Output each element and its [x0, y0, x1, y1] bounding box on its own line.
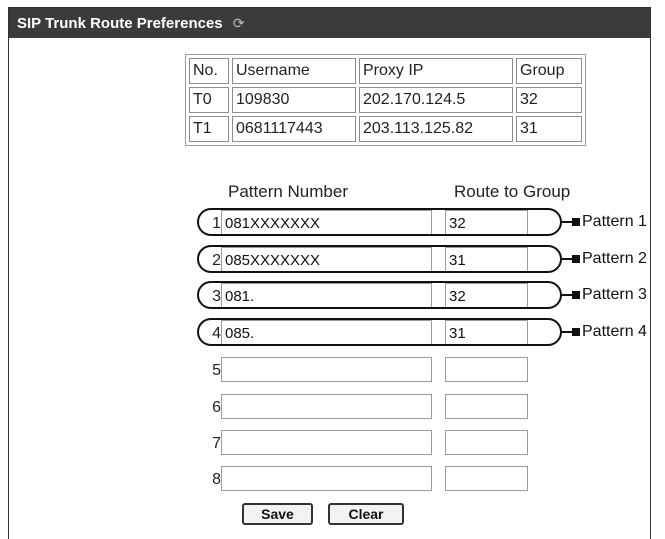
cell-group: 32 — [516, 87, 582, 113]
cell-username: 109830 — [232, 87, 356, 113]
cell-username: 0681117443 — [232, 116, 356, 142]
save-button[interactable]: Save — [242, 503, 313, 525]
callout-marker — [572, 255, 580, 263]
header-no: No. — [189, 58, 229, 84]
group-input-2[interactable]: 31 — [445, 247, 528, 272]
pattern-input-8[interactable] — [221, 466, 432, 491]
table-row: T0 109830 202.170.124.5 32 — [189, 87, 582, 113]
row-number: 2 — [212, 252, 221, 269]
group-input-7[interactable] — [445, 430, 528, 455]
route-to-group-header: Route to Group — [454, 182, 571, 201]
header-group: Group — [516, 58, 582, 84]
row-number: 8 — [212, 471, 221, 488]
pattern-input-2[interactable]: 085XXXXXXX — [221, 247, 432, 272]
callout-line — [562, 258, 572, 260]
row-number: 1 — [212, 215, 221, 232]
trunk-table-header-row: No. Username Proxy IP Group — [189, 58, 582, 84]
clear-button[interactable]: Clear — [328, 503, 404, 525]
cell-no: T0 — [189, 87, 229, 113]
group-input-6[interactable] — [445, 394, 528, 419]
cell-no: T1 — [189, 116, 229, 142]
row-number: 3 — [212, 288, 221, 305]
callout-marker — [572, 291, 580, 299]
callout-marker — [572, 328, 580, 336]
header-proxy-ip: Proxy IP — [359, 58, 513, 84]
group-input-1[interactable]: 32 — [445, 210, 528, 235]
pattern-input-1[interactable]: 081XXXXXXX — [221, 210, 432, 235]
callout-line — [562, 294, 572, 296]
panel-title: SIP Trunk Route Preferences — [17, 15, 223, 32]
panel-titlebar: SIP Trunk Route Preferences ⟳ — [9, 8, 650, 38]
row-number: 7 — [212, 435, 221, 452]
callout-line — [562, 331, 572, 333]
row-number: 5 — [212, 362, 221, 379]
pattern-input-3[interactable]: 081. — [221, 283, 432, 308]
group-input-5[interactable] — [445, 357, 528, 382]
pattern-input-6[interactable] — [221, 394, 432, 419]
cell-group: 31 — [516, 116, 582, 142]
pattern-input-7[interactable] — [221, 430, 432, 455]
header-username: Username — [232, 58, 356, 84]
trunk-table: No. Username Proxy IP Group T0 109830 20… — [185, 54, 586, 146]
callout-label: Pattern 1 — [582, 213, 647, 230]
refresh-icon[interactable]: ⟳ — [233, 15, 245, 31]
group-input-8[interactable] — [445, 466, 528, 491]
callout-label: Pattern 3 — [582, 286, 647, 303]
callout-label: Pattern 4 — [582, 323, 647, 340]
cell-proxy-ip: 203.113.125.82 — [359, 116, 513, 142]
group-input-4[interactable]: 31 — [445, 320, 528, 345]
row-number: 4 — [212, 325, 221, 342]
cell-proxy-ip: 202.170.124.5 — [359, 87, 513, 113]
pattern-input-4[interactable]: 085. — [221, 320, 432, 345]
pattern-number-header: Pattern Number — [228, 182, 348, 201]
callout-label: Pattern 2 — [582, 250, 647, 267]
callout-marker — [572, 218, 580, 226]
table-row: T1 0681117443 203.113.125.82 31 — [189, 116, 582, 142]
callout-line — [562, 221, 572, 223]
group-input-3[interactable]: 32 — [445, 283, 528, 308]
pattern-input-5[interactable] — [221, 357, 432, 382]
row-number: 6 — [212, 399, 221, 416]
